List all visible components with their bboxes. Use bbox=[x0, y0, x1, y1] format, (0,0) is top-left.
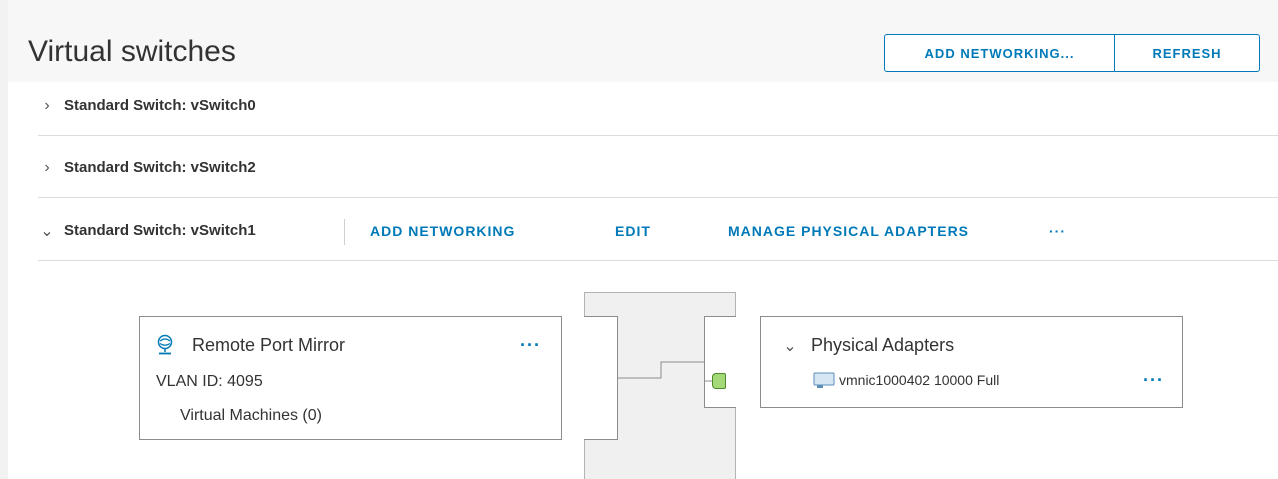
physical-adapters-toggle[interactable]: ⌄ Physical Adapters bbox=[781, 335, 954, 356]
nic-icon bbox=[813, 372, 835, 388]
physical-adapter-more-button[interactable]: ··· bbox=[1143, 371, 1164, 389]
uplink-port-icon[interactable] bbox=[712, 373, 726, 389]
physical-adapter-label: vmnic1000402 10000 Full bbox=[839, 372, 1000, 388]
physical-adapters-title: Physical Adapters bbox=[811, 335, 955, 355]
physical-adapter-item[interactable]: vmnic1000402 10000 Full bbox=[813, 371, 999, 389]
chevron-down-icon: ⌄ bbox=[783, 337, 797, 355]
physical-adapters-card: ⌄ Physical Adapters vmnic1000402 10000 F… bbox=[760, 316, 1183, 408]
